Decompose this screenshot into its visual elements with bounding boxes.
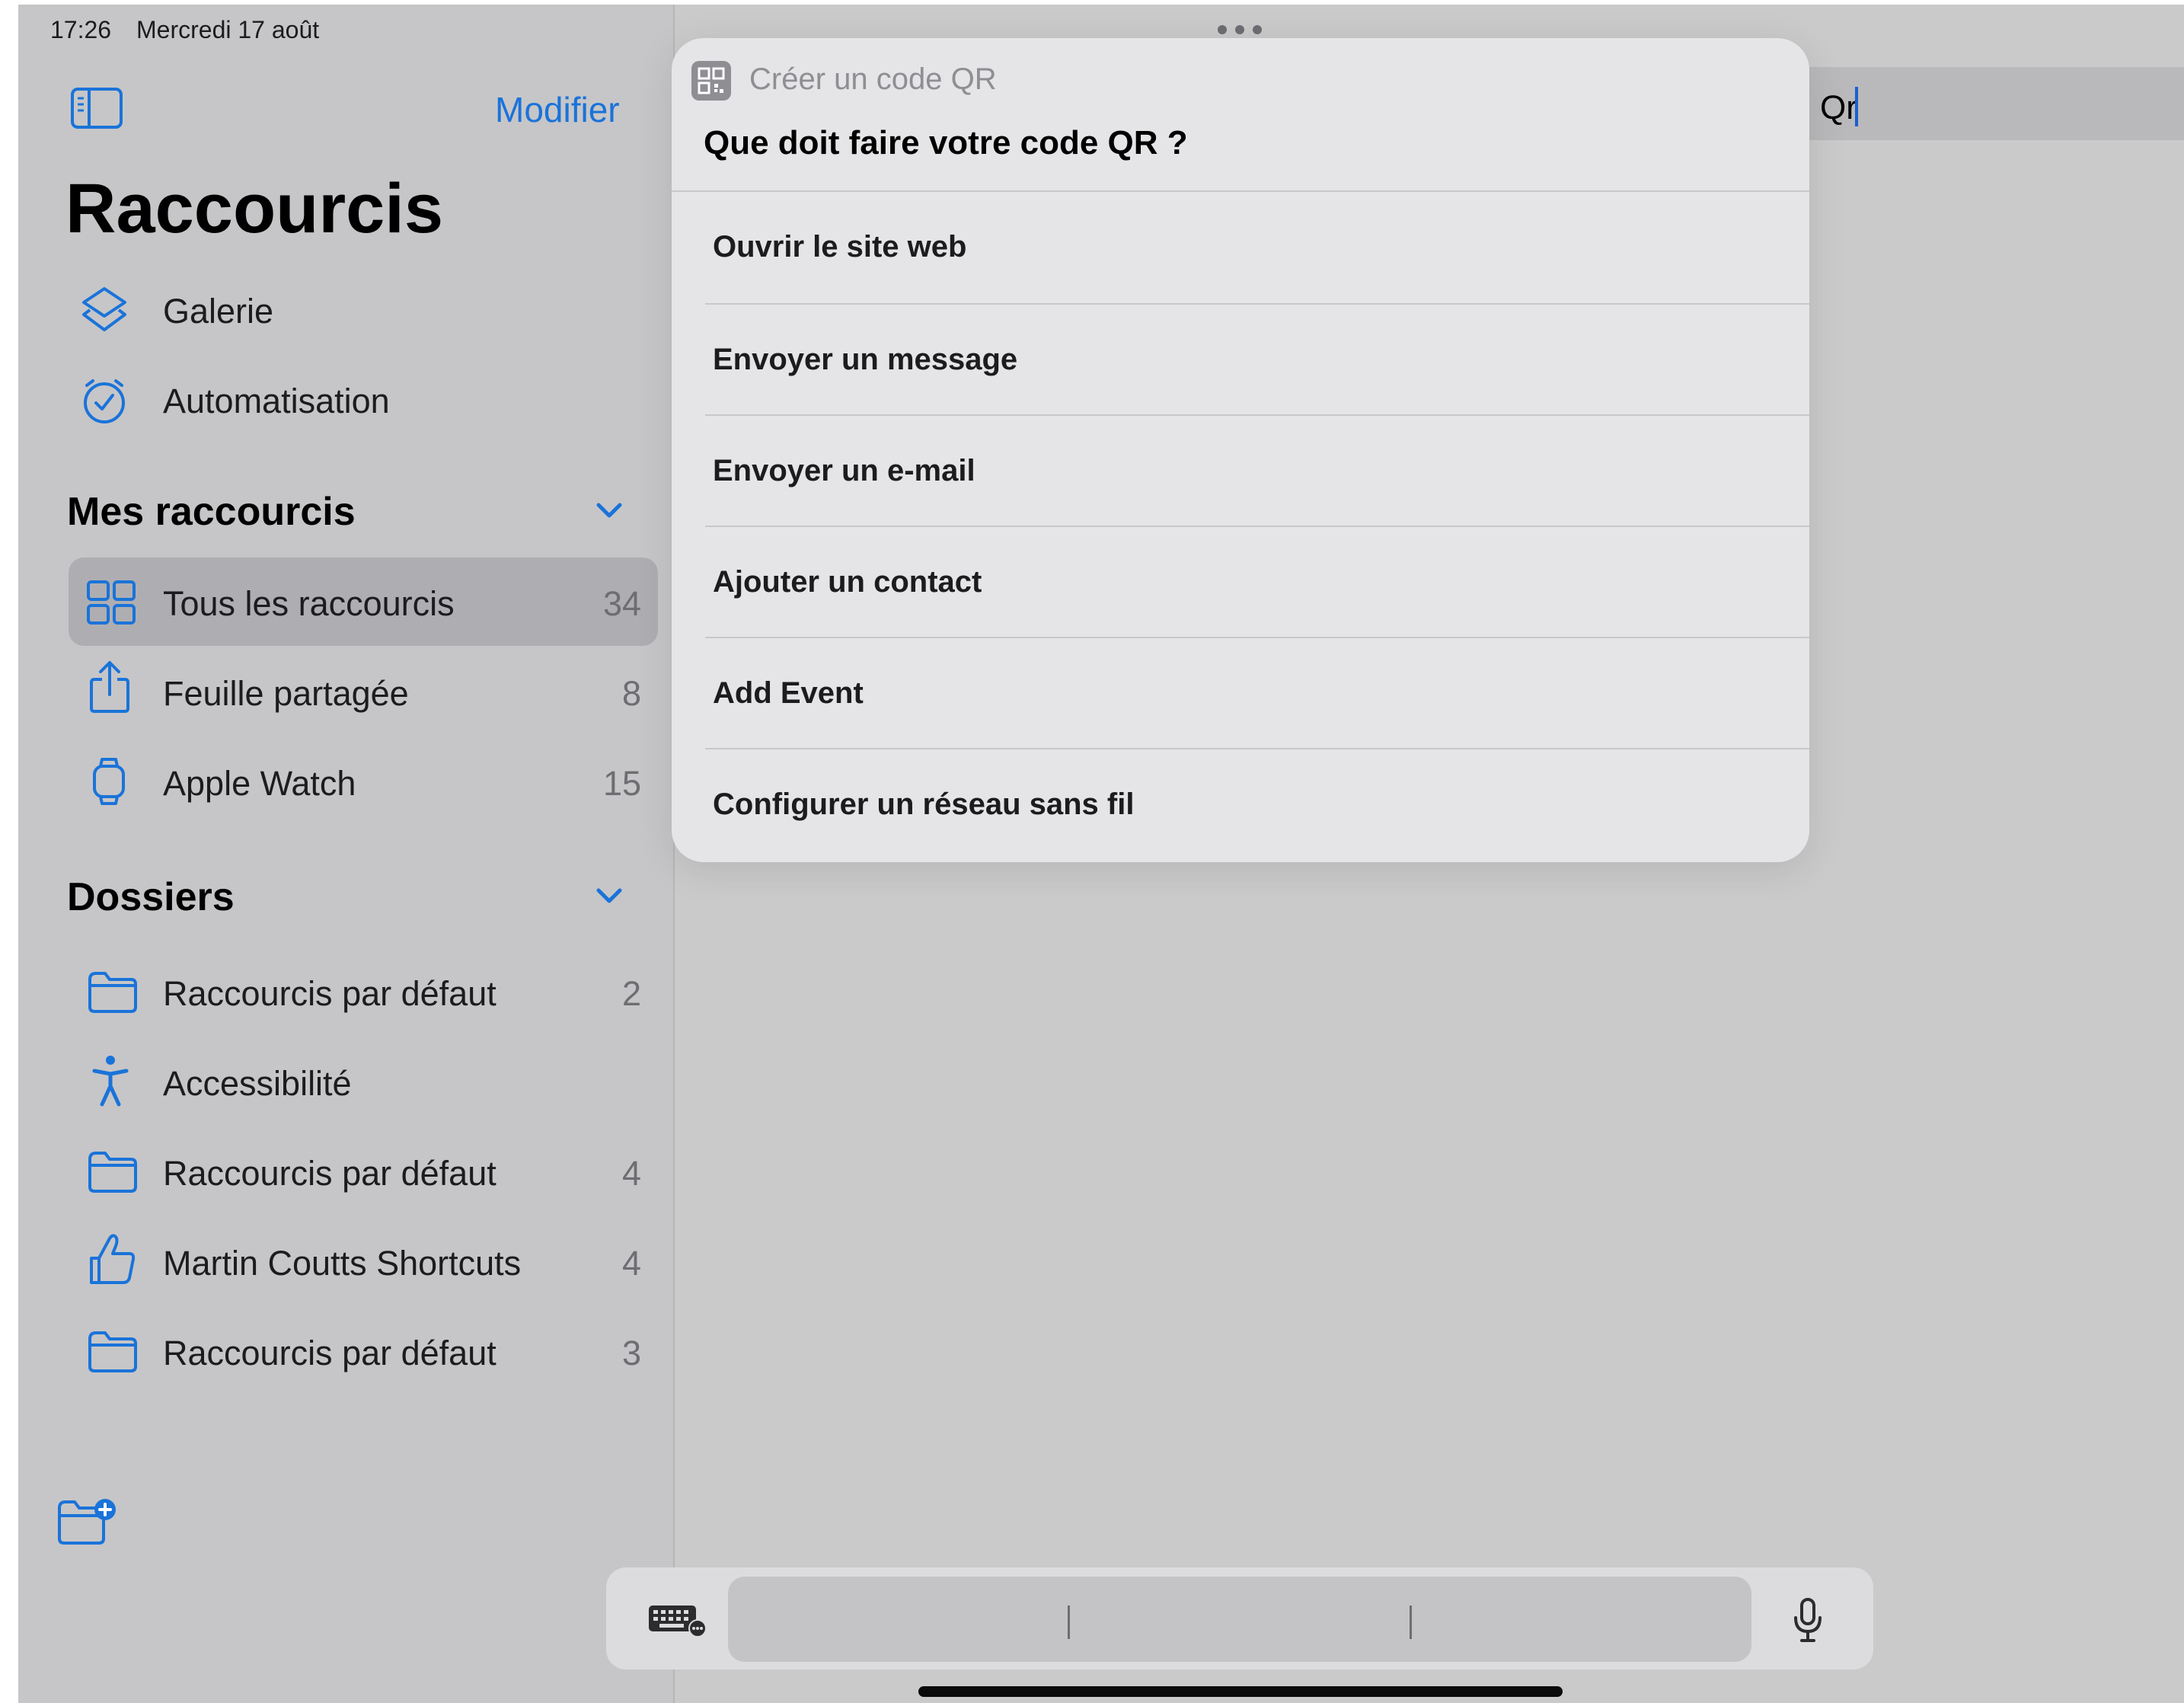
sidebar: 17:26 Mercredi 17 août Modifier Raccourc… bbox=[18, 5, 673, 1703]
predictive-text-bar[interactable] bbox=[728, 1577, 1751, 1662]
folder-icon bbox=[87, 1150, 139, 1193]
new-folder-icon[interactable] bbox=[56, 1497, 117, 1546]
predictive-separator bbox=[1410, 1606, 1412, 1639]
option-label: Add Event bbox=[713, 676, 864, 710]
ipad-screen: 17:26 Mercredi 17 août Modifier Raccourc… bbox=[0, 0, 2184, 1703]
search-field[interactable]: Qr bbox=[1809, 67, 2184, 140]
sidebar-item-label: Raccourcis par défaut bbox=[163, 974, 497, 1013]
microphone-icon[interactable] bbox=[1793, 1598, 1823, 1644]
status-date: Mercredi 17 août bbox=[136, 16, 320, 43]
text-cursor bbox=[1855, 87, 1858, 126]
sidebar-item-label: Accessibilité bbox=[163, 1064, 352, 1103]
sidebar-item-gallery[interactable]: Galerie bbox=[69, 267, 658, 355]
section-header-folders: Dossiers bbox=[67, 875, 235, 919]
sidebar-toggle-icon[interactable] bbox=[70, 87, 123, 129]
sidebar-item-label: Tous les raccourcis bbox=[163, 584, 455, 623]
folder-item[interactable]: Raccourcis par défaut 2 bbox=[69, 947, 658, 1036]
sidebar-item-label: Raccourcis par défaut bbox=[163, 1154, 497, 1193]
chevron-down-icon[interactable] bbox=[595, 501, 623, 519]
search-input[interactable]: Qr bbox=[1820, 91, 1857, 125]
item-count: 15 bbox=[602, 764, 641, 803]
chevron-down-icon[interactable] bbox=[595, 887, 623, 905]
option-open-website[interactable]: Ouvrir le site web bbox=[672, 192, 1809, 303]
sidebar-item-label: Galerie bbox=[163, 292, 274, 331]
folder-icon bbox=[87, 1330, 139, 1372]
thumbs-up-icon bbox=[87, 1232, 137, 1286]
option-label: Configurer un réseau sans fil bbox=[713, 788, 1135, 821]
popup-app-name: Créer un code QR bbox=[749, 62, 997, 96]
option-configure-wifi[interactable]: Configurer un réseau sans fil bbox=[672, 749, 1809, 861]
item-count: 4 bbox=[621, 1154, 641, 1193]
sidebar-item-label: Automatisation bbox=[163, 382, 390, 420]
item-count: 34 bbox=[602, 584, 641, 623]
screen-edge-left bbox=[0, 0, 18, 1703]
clock-check-icon bbox=[79, 376, 129, 427]
option-send-email[interactable]: Envoyer un e-mail bbox=[672, 416, 1809, 527]
sidebar-item-share-sheet[interactable]: Feuille partagée 8 bbox=[69, 647, 658, 736]
item-count: 8 bbox=[621, 674, 641, 713]
popup-question: Que doit faire votre code QR ? bbox=[704, 124, 1188, 161]
option-add-event[interactable]: Add Event bbox=[672, 638, 1809, 749]
multitasking-dots-icon[interactable] bbox=[1217, 24, 1263, 35]
sidebar-item-label: Raccourcis par défaut bbox=[163, 1334, 497, 1372]
option-label: Envoyer un e-mail bbox=[713, 454, 975, 487]
sidebar-item-label: Apple Watch bbox=[163, 764, 356, 803]
status-time: 17:26 bbox=[50, 16, 112, 43]
sidebar-item-label: Martin Coutts Shortcuts bbox=[163, 1244, 522, 1283]
qr-code-icon bbox=[691, 61, 731, 101]
sidebar-item-all-shortcuts[interactable]: Tous les raccourcis 34 bbox=[69, 558, 658, 646]
option-label: Envoyer un message bbox=[713, 343, 1018, 376]
item-count: 2 bbox=[621, 974, 641, 1013]
option-add-contact[interactable]: Ajouter un contact bbox=[672, 527, 1809, 638]
section-header-my-shortcuts: Mes raccourcis bbox=[67, 490, 356, 534]
sidebar-item-automation[interactable]: Automatisation bbox=[69, 356, 658, 445]
edit-button[interactable]: Modifier bbox=[495, 92, 620, 127]
watch-icon bbox=[91, 757, 126, 806]
folder-icon bbox=[87, 970, 139, 1013]
folder-item[interactable]: Raccourcis par défaut 4 bbox=[69, 1127, 658, 1216]
option-send-message[interactable]: Envoyer un message bbox=[672, 305, 1809, 416]
item-count: 3 bbox=[621, 1334, 641, 1372]
page-title: Raccourcis bbox=[65, 170, 444, 248]
folder-item[interactable]: Accessibilité bbox=[69, 1037, 658, 1126]
accessibility-icon bbox=[91, 1054, 129, 1107]
grid-icon bbox=[87, 580, 136, 625]
folder-item[interactable]: Martin Coutts Shortcuts 4 bbox=[69, 1217, 658, 1305]
option-label: Ouvrir le site web bbox=[713, 230, 967, 264]
option-label: Ajouter un contact bbox=[713, 565, 982, 599]
predictive-separator bbox=[1068, 1606, 1070, 1639]
sidebar-item-label: Feuille partagée bbox=[163, 674, 409, 713]
home-indicator[interactable] bbox=[918, 1686, 1563, 1697]
sidebar-item-apple-watch[interactable]: Apple Watch 15 bbox=[69, 737, 658, 826]
share-icon bbox=[88, 660, 131, 714]
folder-item[interactable]: Raccourcis par défaut 3 bbox=[69, 1307, 658, 1395]
item-count: 4 bbox=[621, 1244, 641, 1283]
qr-action-popup: Créer un code QR Que doit faire votre co… bbox=[672, 38, 1809, 862]
keyboard-icon[interactable] bbox=[647, 1602, 708, 1638]
layers-icon bbox=[79, 286, 129, 336]
